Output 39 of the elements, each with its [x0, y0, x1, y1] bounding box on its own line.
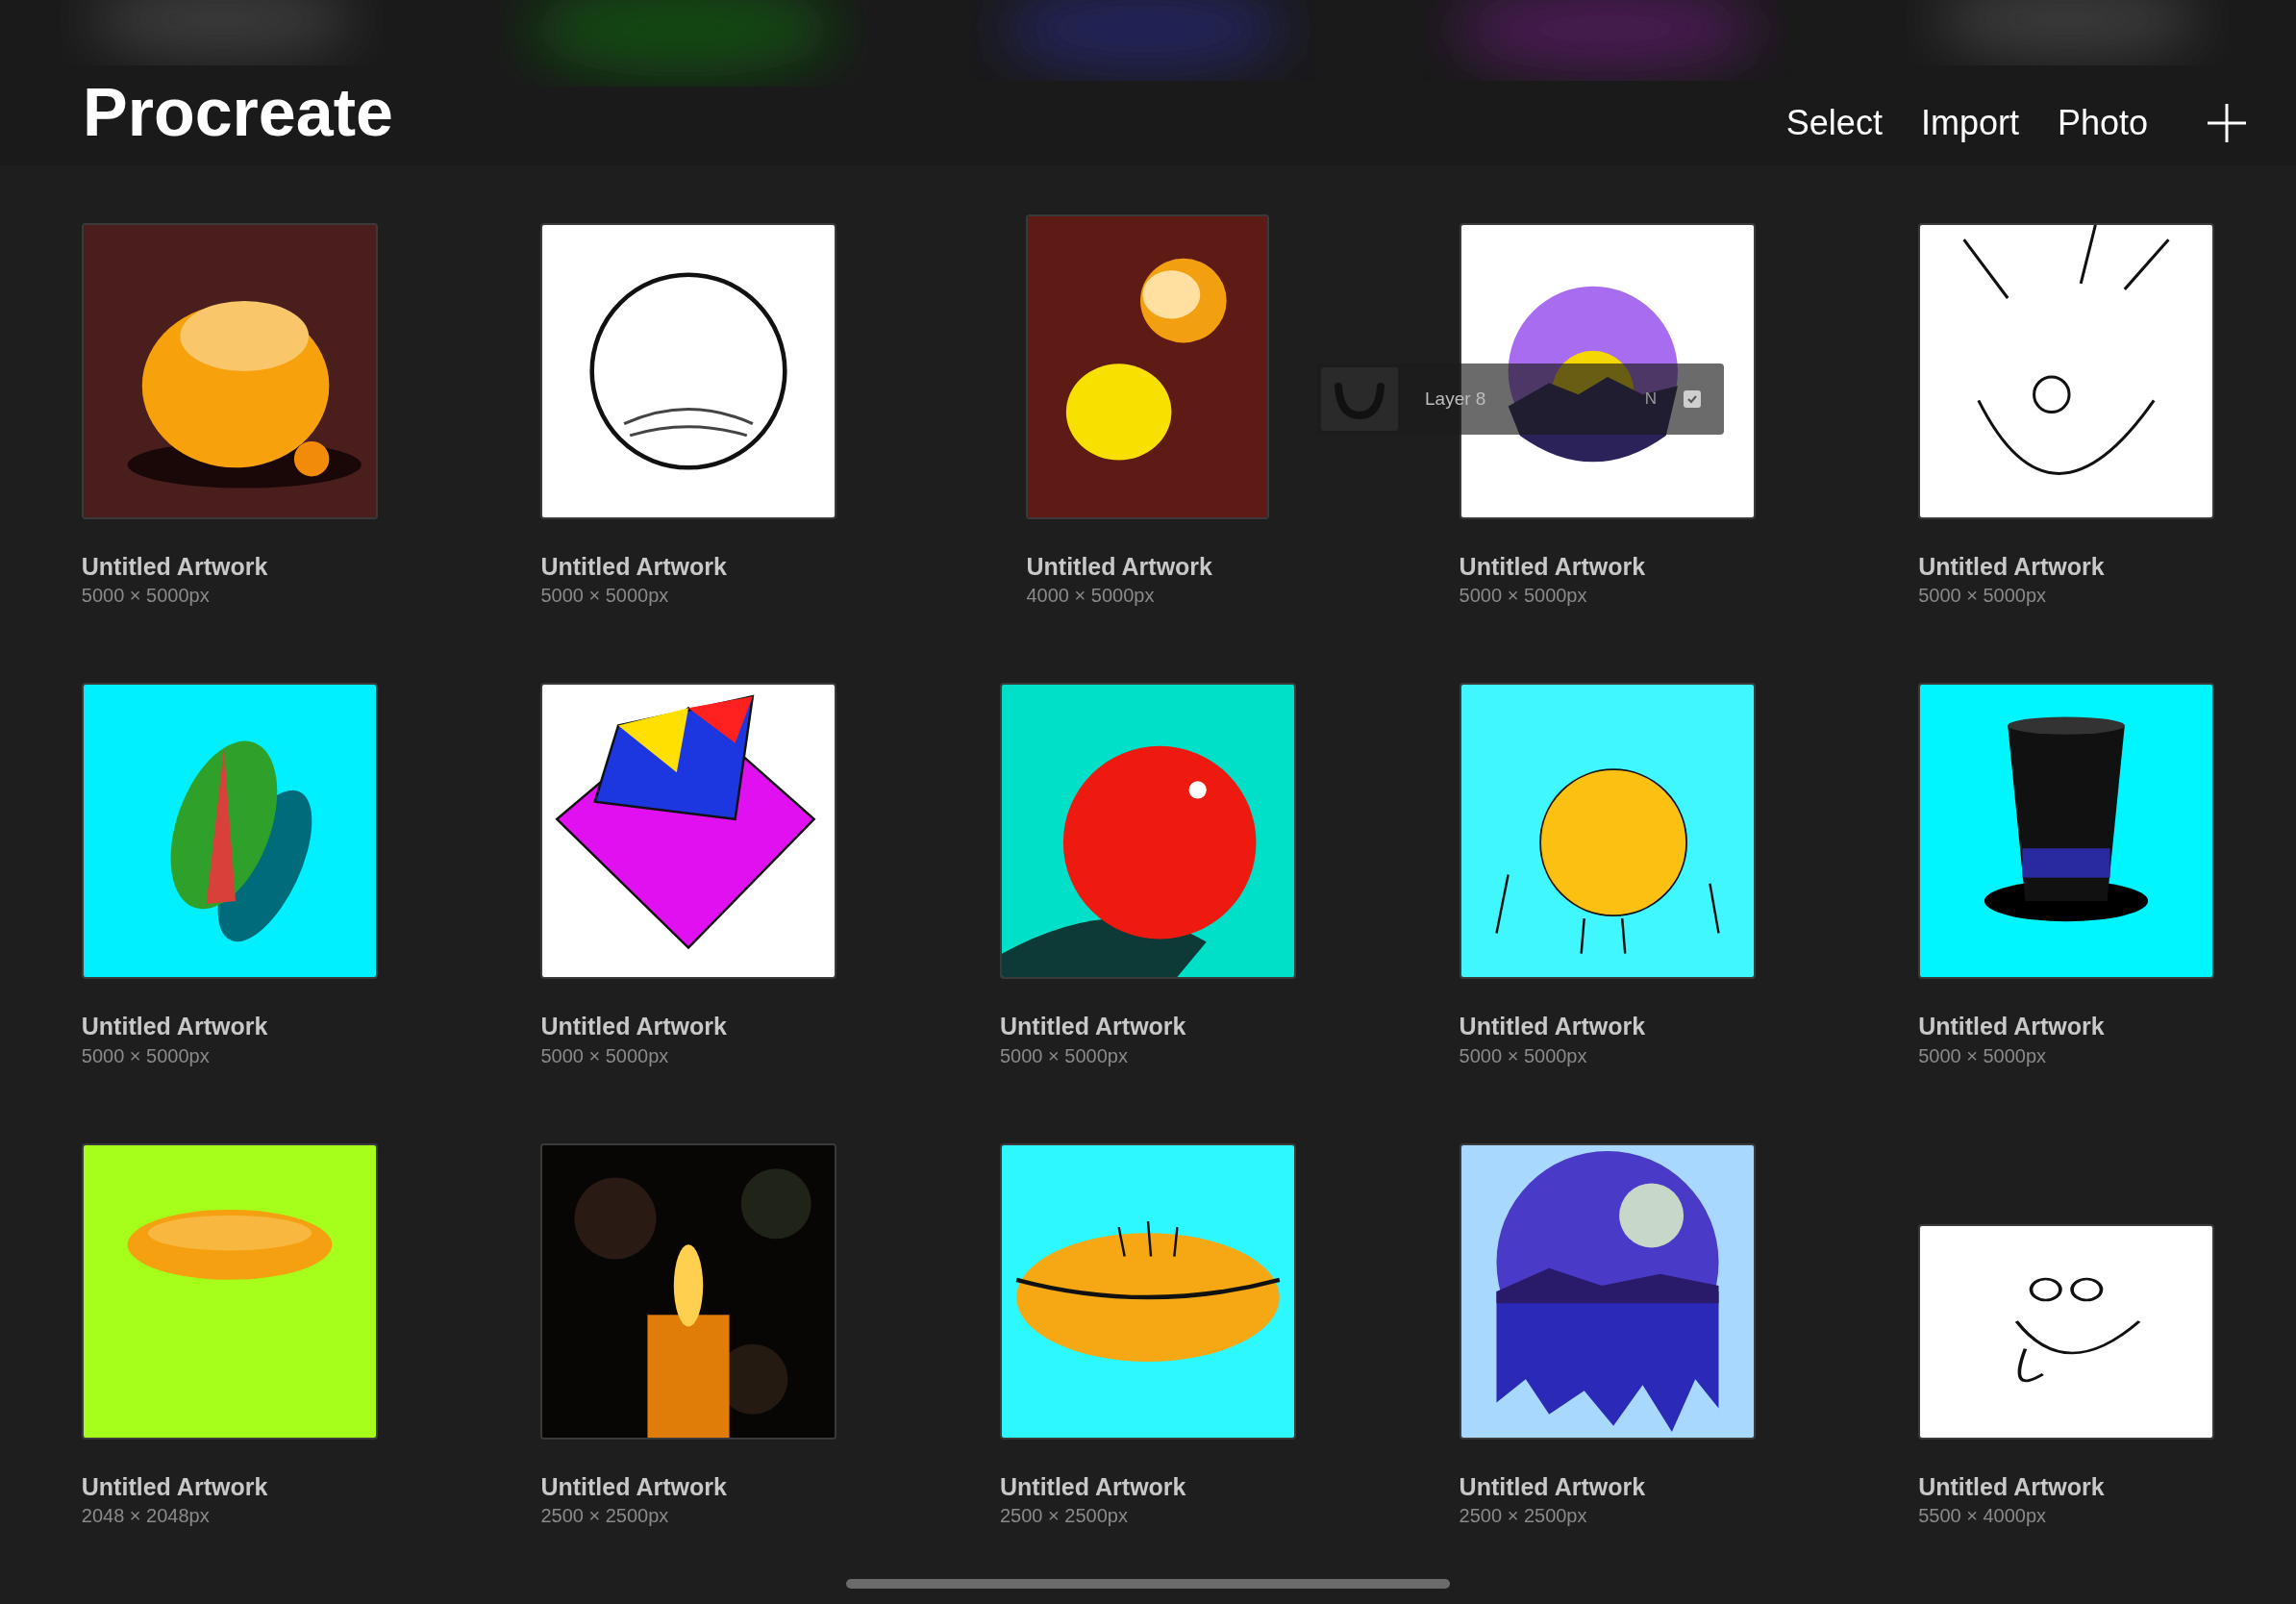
toolbar-button[interactable]: Select: [1785, 106, 1883, 140]
artwork-dimensions: 5000 × 5000px: [1918, 584, 2048, 609]
artwork-dimensions: 5000 × 5000px: [1918, 1043, 2048, 1068]
artwork-title: Untitled Artwork: [1918, 1012, 2106, 1042]
add-icon[interactable]: [2206, 102, 2248, 144]
artwork-dimensions: 5000 × 5000px: [81, 584, 211, 609]
artwork-dimensions: 5000 × 5000px: [540, 1043, 670, 1068]
blend-mode-label[interactable]: N: [1644, 387, 1657, 412]
artwork-title: Untitled Artwork: [540, 552, 728, 582]
toolbar-button[interactable]: Import: [1920, 106, 2019, 140]
artwork-title: Untitled Artwork: [1459, 1471, 1647, 1502]
toolbar-button[interactable]: Photo: [2057, 106, 2148, 140]
artwork-title: Untitled Artwork: [1918, 552, 2106, 582]
artwork-dimensions: 5500 × 4000px: [1918, 1503, 2048, 1528]
artwork-title: Untitled Artwork: [540, 1012, 728, 1042]
artwork-dimensions: 5000 × 5000px: [1459, 584, 1588, 609]
artwork-title: Untitled Artwork: [1000, 1012, 1187, 1042]
layer-name: Layer 8: [1425, 387, 1486, 411]
artwork-title: Untitled Artwork: [1918, 1471, 2106, 1502]
artwork-title: Untitled Artwork: [540, 1471, 728, 1502]
visibility-checkbox[interactable]: [1684, 390, 1701, 408]
app-title: Procreate: [83, 79, 393, 146]
artwork-dimensions: 2500 × 2500px: [540, 1503, 670, 1528]
artwork-title: Untitled Artwork: [1459, 552, 1647, 582]
artwork-dimensions: 2500 × 2500px: [1459, 1503, 1588, 1528]
artwork-dimensions: 5000 × 5000px: [1459, 1043, 1588, 1068]
artwork-dimensions: 2500 × 2500px: [1000, 1503, 1129, 1528]
artwork-title: Untitled Artwork: [81, 552, 269, 582]
artwork-dimensions: 2048 × 2048px: [81, 1503, 211, 1528]
artwork-title: Untitled Artwork: [1026, 552, 1213, 582]
artwork-dimensions: 4000 × 5000px: [1026, 584, 1156, 609]
artwork-title: Untitled Artwork: [1000, 1471, 1187, 1502]
artwork-dimensions: 5000 × 5000px: [1000, 1043, 1129, 1068]
artwork-title: Untitled Artwork: [1459, 1012, 1647, 1042]
artwork-dimensions: 5000 × 5000px: [540, 584, 670, 609]
artwork-title: Untitled Artwork: [81, 1012, 269, 1042]
check-icon: [1686, 393, 1698, 405]
artwork-title: Untitled Artwork: [81, 1471, 269, 1502]
artwork-dimensions: 5000 × 5000px: [81, 1043, 211, 1068]
